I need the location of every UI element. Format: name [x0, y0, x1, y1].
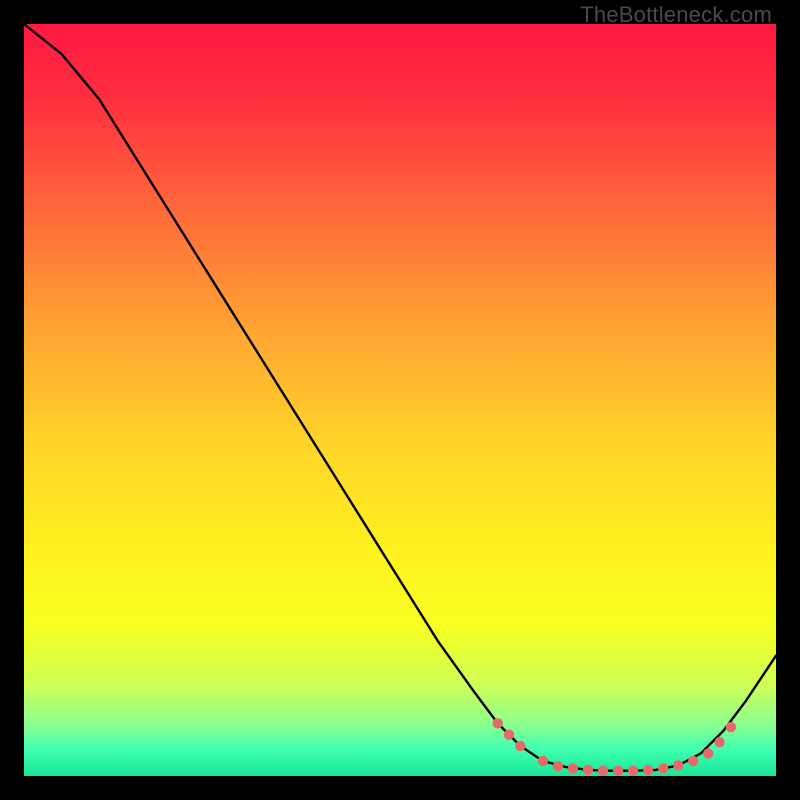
marker-point: [726, 722, 736, 732]
marker-point: [628, 766, 638, 776]
marker-point: [673, 760, 683, 770]
marker-point: [658, 763, 668, 773]
marker-point: [583, 765, 593, 775]
marker-point: [515, 741, 525, 751]
marker-point: [538, 756, 548, 766]
marker-point: [504, 729, 514, 739]
marker-point: [613, 766, 623, 776]
marker-point: [688, 756, 698, 766]
marker-point: [703, 748, 713, 758]
marker-point: [493, 718, 503, 728]
bottleneck-chart: [24, 24, 776, 776]
plot-background: [24, 24, 776, 776]
marker-point: [568, 763, 578, 773]
marker-point: [598, 766, 608, 776]
chart-frame: [24, 24, 776, 776]
marker-point: [643, 765, 653, 775]
marker-point: [714, 737, 724, 747]
marker-point: [553, 761, 563, 771]
